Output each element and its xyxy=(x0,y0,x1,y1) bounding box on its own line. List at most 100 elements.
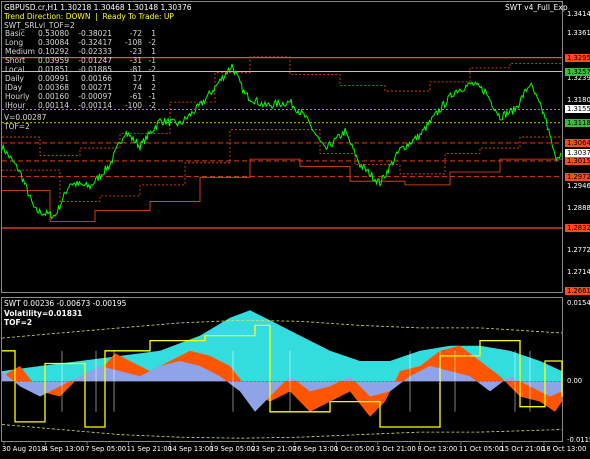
stats-cell-v4: 1 xyxy=(151,29,156,38)
stats-cell-v2: -0.01247 xyxy=(78,56,112,65)
price-tick: 1.31805 xyxy=(567,96,590,105)
stats-cell-name: Basic xyxy=(5,29,25,38)
price-level-tag: 1.32959 xyxy=(565,53,590,62)
price-level-tag: 1.26615 xyxy=(565,287,590,295)
stats-cell-name: Short xyxy=(5,56,26,65)
stats-row: Long 0.30084 -0.32417 -108 -2 xyxy=(5,38,156,47)
stats-cell-v2: 0.00271 xyxy=(80,83,112,92)
ready-label: Ready To Trade: xyxy=(102,12,162,21)
stats-cell-name: IDay xyxy=(5,83,23,92)
price-level-tag: 1.30376 xyxy=(565,148,590,157)
v-line: V=0.00287 xyxy=(4,113,47,122)
stats-cell-name: Medium xyxy=(5,47,35,56)
stats-cell-v4: -1 xyxy=(148,56,156,65)
stats-cell-v3: -72 xyxy=(129,29,142,38)
time-tick: 18 Oct 13:00 xyxy=(542,445,587,453)
stats-cell-v4: 1 xyxy=(151,74,156,83)
price-tick: 1.27145 xyxy=(567,267,590,276)
stats-cell-v3: -61 xyxy=(129,92,142,101)
price-level-tag: 1.30640 xyxy=(565,138,590,147)
time-tick: 30 Aug 2018 xyxy=(2,445,46,453)
stats-cell-v3: -108 xyxy=(124,38,142,47)
time-tick: 3 Oct 21:00 xyxy=(375,445,416,453)
stats-cell-v1: 0.00114 xyxy=(37,101,69,110)
stats-cell-v3: 74 xyxy=(132,83,142,92)
time-tick: 8 Oct 13:00 xyxy=(417,445,458,453)
stats-cell-v1: 0.30084 xyxy=(37,38,69,47)
stats-cell-v4: -2 xyxy=(148,38,156,47)
time-tick: 11 Oct 05:00 xyxy=(458,445,504,453)
stats-cell-v4: 2 xyxy=(151,83,156,92)
time-tick: 1 Oct 05:00 xyxy=(334,445,375,453)
price-level-tag: 1.31189 xyxy=(565,118,590,127)
time-tick: 15 Oct 21:00 xyxy=(500,445,545,453)
stats-cell-v3: -31 xyxy=(129,56,142,65)
stats-row: Short 0.03959 -0.01247 -31 -1 xyxy=(5,56,156,65)
stats-cell-v2: 0.00166 xyxy=(80,74,112,83)
stats-table: Basic 0.53080 -0.38021 -72 1 Long 0.30084 -0.32… xyxy=(5,29,156,110)
stats-cell-v2: -0.00114 xyxy=(78,101,112,110)
price-tick: 1.29465 xyxy=(567,182,590,191)
stats-cell-v1: 0.01851 xyxy=(37,65,69,74)
stats-cell-v1: 0.00368 xyxy=(37,83,69,92)
stats-cell-v2: -0.38021 xyxy=(78,29,112,38)
stats-cell-name: Hourly xyxy=(5,92,30,101)
stats-cell-v3: 17 xyxy=(132,74,142,83)
time-tick: 11 Sep 21:00 xyxy=(126,445,172,453)
time-tick: 19 Sep 05:00 xyxy=(209,445,256,453)
stats-cell-name: Local xyxy=(5,65,25,74)
price-tick: 1.27720 xyxy=(567,246,590,255)
stats-row: Medium 0.10292 -0.02333 -23 1 xyxy=(5,47,156,56)
time-tick: 4 Sep 13:00 xyxy=(43,445,85,453)
stats-cell-v1: 0.53080 xyxy=(37,29,69,38)
stats-cell-name: Long xyxy=(5,38,24,47)
stats-row: IHour 0.00114 -0.00114 -100 -2 xyxy=(5,101,156,110)
stats-row: IDay 0.00368 0.00271 74 2 xyxy=(5,83,156,92)
price-tick: 1.33615 xyxy=(567,29,590,38)
price-tick: 1.34145 xyxy=(567,10,590,18)
stats-cell-v1: 0.00991 xyxy=(37,74,69,83)
tof-line: TOF=2 xyxy=(4,122,30,131)
expert-label: SWT v4_Full_Exp xyxy=(505,3,568,12)
stats-cell-v4: -2 xyxy=(148,65,156,74)
stats-cell-v2: -0.32417 xyxy=(78,38,112,47)
stats-cell-v2: -0.02333 xyxy=(78,47,112,56)
price-level-tag: 1.31551 xyxy=(565,105,590,114)
stats-cell-v3: -81 xyxy=(129,65,142,74)
stats-row: Basic 0.53080 -0.38021 -72 1 xyxy=(5,29,156,38)
time-tick: 7 Sep 05:00 xyxy=(85,445,127,453)
stats-cell-v2: -0.01885 xyxy=(78,65,112,74)
price-tick: 1.28880 xyxy=(567,203,590,212)
stats-cell-v4: -1 xyxy=(148,92,156,101)
stats-cell-v4: 1 xyxy=(151,47,156,56)
oscillator-tick: 0.01541 xyxy=(567,299,590,307)
time-tick: 14 Sep 13:00 xyxy=(168,445,214,453)
time-tick: 23 Sep 21:00 xyxy=(251,445,297,453)
stats-cell-v1: 0.00160 xyxy=(37,92,69,101)
stats-cell-v2: -0.00097 xyxy=(78,92,112,101)
volatility-label: Volatility=0.01831 xyxy=(4,309,83,318)
time-tick: 26 Sep 13:00 xyxy=(292,445,339,453)
price-level-tag: 1.32578 xyxy=(565,67,590,76)
swt-title: SWT 0.00236 -0.00673 -0.00195 xyxy=(4,299,127,308)
price-level-tag: 1.28327 xyxy=(565,224,590,233)
trend-label: Trend Direction: xyxy=(4,12,64,21)
ready-value: UP xyxy=(163,12,174,21)
stats-row: Daily 0.00991 0.00166 17 1 xyxy=(5,74,156,83)
trend-line: Trend Direction: DOWN | Ready To Trade: … xyxy=(4,12,174,21)
stats-row: Hourly 0.00160 -0.00097 -61 -1 xyxy=(5,92,156,101)
stats-cell-v1: 0.10292 xyxy=(37,47,69,56)
trend-value: DOWN xyxy=(65,12,91,21)
tof-label: TOF=2 xyxy=(4,318,33,327)
stats-cell-name: IHour xyxy=(5,101,26,110)
stats-row: Local 0.01851 -0.01885 -81 -2 xyxy=(5,65,156,74)
symbol-line: GBPUSD.cr,H1 1.30218 1.30468 1.30148 1.3… xyxy=(4,3,192,12)
stats-cell-v3: -100 xyxy=(124,101,142,110)
price-level-tag: 1.30150 xyxy=(565,156,590,165)
oscillator-tick: 0.00 xyxy=(567,377,583,386)
stats-cell-name: Daily xyxy=(5,74,24,83)
stats-cell-v3: -23 xyxy=(129,47,142,56)
stats-cell-v4: -2 xyxy=(148,101,156,110)
price-level-tag: 1.29725 xyxy=(565,172,590,181)
stats-cell-v1: 0.03959 xyxy=(37,56,69,65)
